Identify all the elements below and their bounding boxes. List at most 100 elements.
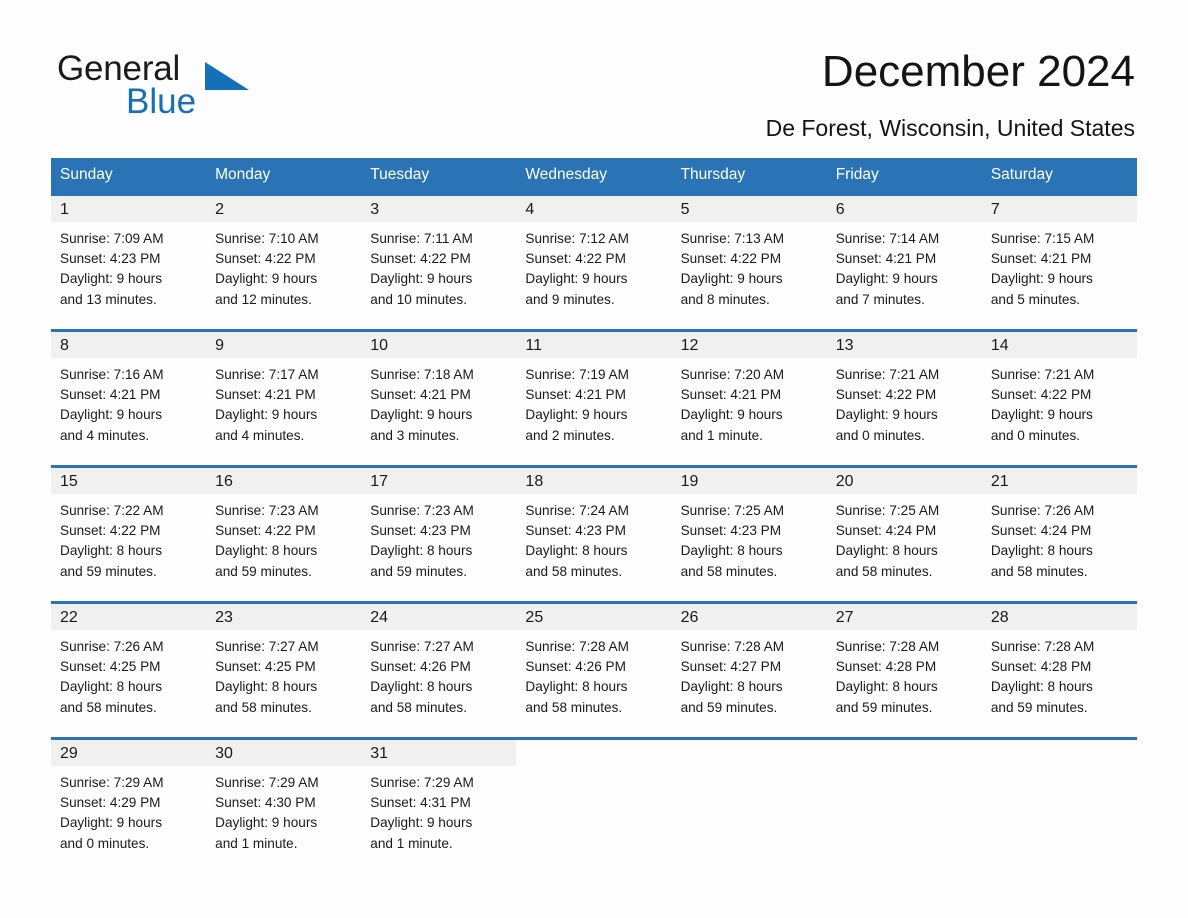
calendar-day-cell[interactable]: 29 Sunrise: 7:29 AM Sunset: 4:29 PM Dayligh… [51,737,207,859]
calendar-day-cell[interactable]: 11 Sunrise: 7:19 AM Sunset: 4:21 PM Dayligh… [516,329,672,451]
daylight-text-line2: and 8 minutes. [680,291,770,307]
day-cell-content: 14 Sunrise: 7:21 AM Sunset: 4:22 PM Dayligh… [981,332,1137,451]
sunset-text: Sunset: 4:21 PM [60,387,161,403]
day-cell-content: 29 Sunrise: 7:29 AM Sunset: 4:29 PM Dayligh… [51,740,207,859]
week-spacer-cell [51,315,1137,331]
calendar-day-cell[interactable]: 22 Sunrise: 7:26 AM Sunset: 4:25 PM Dayligh… [51,601,207,723]
calendar-day-cell[interactable]: 25 Sunrise: 7:28 AM Sunset: 4:26 PM Dayligh… [516,601,672,723]
day-cell-content: 22 Sunrise: 7:26 AM Sunset: 4:25 PM Dayligh… [51,604,207,723]
sunrise-text: Sunrise: 7:28 AM [835,639,940,654]
sunrise-text: Sunrise: 7:21 AM [990,367,1095,382]
day-number: 3 [361,196,517,222]
calendar-day-cell[interactable]: 26 Sunrise: 7:28 AM Sunset: 4:27 PM Dayligh… [671,601,827,723]
calendar-day-cell[interactable]: 3 Sunrise: 7:11 AM Sunset: 4:22 PM Daylight… [361,193,517,315]
calendar-day-cell[interactable]: 17 Sunrise: 7:23 AM Sunset: 4:23 PM Dayligh… [361,465,517,587]
calendar-week-row: 29 Sunrise: 7:29 AM Sunset: 4:29 PM Dayligh… [51,737,1137,859]
sunrise-text: Sunrise: 7:26 AM [990,503,1095,518]
calendar-day-cell[interactable]: 24 Sunrise: 7:27 AM Sunset: 4:26 PM Dayligh… [361,601,517,723]
daylight-text-line1: Daylight: 8 hours [835,679,938,695]
day-number: 26 [671,604,827,630]
calendar-day-cell[interactable]: 20 Sunrise: 7:25 AM Sunset: 4:24 PM Dayligh… [826,465,982,587]
sunrise-text: Sunrise: 7:17 AM [215,367,319,382]
calendar-day-cell[interactable]: 19 Sunrise: 7:25 AM Sunset: 4:23 PM Dayligh… [671,465,827,587]
day-cell-content: 4 Sunrise: 7:12 AM Sunset: 4:22 PM Daylight… [516,196,672,315]
calendar-day-cell[interactable]: 13 Sunrise: 7:21 AM Sunset: 4:22 PM Dayligh… [826,329,982,451]
day-details: Sunrise: 7:11 AM Sunset: 4:22 PM Daylight:… [361,222,516,310]
daylight-text-line1: Daylight: 9 hours [525,407,628,423]
daylight-text-line2: and 58 minutes. [525,699,623,715]
calendar-day-cell[interactable] [826,737,982,859]
calendar-day-cell[interactable]: 28 Sunrise: 7:28 AM Sunset: 4:28 PM Dayligh… [981,601,1137,723]
sunset-text: Sunset: 4:22 PM [215,523,316,539]
daylight-text-line1: Daylight: 9 hours [835,271,938,287]
day-number: 8 [51,332,207,358]
sunset-text: Sunset: 4:22 PM [990,387,1092,403]
calendar-day-cell[interactable]: 1 Sunrise: 7:09 AM Sunset: 4:23 PM Daylight… [51,193,207,315]
day-cell-content: 27 Sunrise: 7:28 AM Sunset: 4:28 PM Dayligh… [826,604,982,723]
calendar-day-cell[interactable] [516,737,672,859]
sunset-text: Sunset: 4:26 PM [525,659,626,675]
day-number [827,740,982,766]
generalblue-logo[interactable]: General Blue [57,50,357,130]
daylight-text-line1: Daylight: 8 hours [525,543,628,559]
calendar-day-cell[interactable]: 16 Sunrise: 7:23 AM Sunset: 4:22 PM Dayligh… [206,465,362,587]
day-cell-content: 28 Sunrise: 7:28 AM Sunset: 4:28 PM Dayligh… [981,604,1137,723]
calendar-day-cell[interactable]: 15 Sunrise: 7:22 AM Sunset: 4:22 PM Dayligh… [51,465,207,587]
day-number: 31 [361,740,517,766]
day-cell-content: 25 Sunrise: 7:28 AM Sunset: 4:26 PM Dayligh… [516,604,672,723]
sunset-text: Sunset: 4:21 PM [370,387,471,403]
calendar-day-cell[interactable] [671,737,827,859]
calendar-day-cell[interactable]: 12 Sunrise: 7:20 AM Sunset: 4:21 PM Dayligh… [671,329,827,451]
sunset-text: Sunset: 4:28 PM [990,659,1092,675]
daylight-text-line1: Daylight: 9 hours [680,407,783,423]
weekday-header-tuesday: Tuesday [361,158,517,195]
daylight-text-line1: Daylight: 9 hours [370,271,473,287]
day-number: 20 [826,468,982,494]
day-cell-content: 18 Sunrise: 7:24 AM Sunset: 4:23 PM Dayligh… [516,468,672,587]
weekday-header-wednesday: Wednesday [516,158,672,195]
page-header: General Blue December 2024 De Forest, Wi… [0,0,1188,150]
day-number: 7 [981,196,1137,222]
day-details: Sunrise: 7:28 AM Sunset: 4:28 PM Daylight:… [827,630,982,718]
calendar-day-cell[interactable]: 10 Sunrise: 7:18 AM Sunset: 4:21 PM Dayligh… [361,329,517,451]
calendar-day-cell[interactable]: 6 Sunrise: 7:14 AM Sunset: 4:21 PM Daylight… [826,193,982,315]
week-spacer [51,315,1137,331]
calendar-day-cell[interactable]: 18 Sunrise: 7:24 AM Sunset: 4:23 PM Dayligh… [516,465,672,587]
sunset-text: Sunset: 4:27 PM [680,659,782,675]
sunrise-text: Sunrise: 7:14 AM [835,231,940,246]
sunset-text: Sunset: 4:28 PM [835,659,937,675]
day-number: 30 [206,740,362,766]
calendar-day-cell[interactable]: 9 Sunrise: 7:17 AM Sunset: 4:21 PM Daylight… [206,329,362,451]
daylight-text-line2: and 59 minutes. [370,563,468,579]
day-number: 1 [51,196,207,222]
daylight-text-line2: and 59 minutes. [60,563,157,579]
calendar-day-cell[interactable]: 23 Sunrise: 7:27 AM Sunset: 4:25 PM Dayligh… [206,601,362,723]
calendar-day-cell[interactable]: 31 Sunrise: 7:29 AM Sunset: 4:31 PM Dayligh… [361,737,517,859]
calendar-day-cell[interactable]: 27 Sunrise: 7:28 AM Sunset: 4:28 PM Dayligh… [826,601,982,723]
daylight-text-line2: and 5 minutes. [990,291,1081,307]
week-spacer [51,451,1137,467]
day-details: Sunrise: 7:29 AM Sunset: 4:30 PM Daylight:… [206,766,361,854]
calendar-day-cell[interactable]: 14 Sunrise: 7:21 AM Sunset: 4:22 PM Dayligh… [981,329,1137,451]
sunset-text: Sunset: 4:21 PM [215,387,316,403]
calendar-day-cell[interactable]: 7 Sunrise: 7:15 AM Sunset: 4:21 PM Daylight… [981,193,1137,315]
day-number: 11 [516,332,672,358]
daylight-text-line2: and 9 minutes. [525,291,615,307]
day-number: 23 [206,604,362,630]
calendar-day-cell[interactable]: 8 Sunrise: 7:16 AM Sunset: 4:21 PM Daylight… [51,329,207,451]
sunrise-text: Sunrise: 7:27 AM [370,639,474,654]
calendar-day-cell[interactable]: 2 Sunrise: 7:10 AM Sunset: 4:22 PM Daylight… [206,193,362,315]
calendar-day-cell[interactable]: 30 Sunrise: 7:29 AM Sunset: 4:30 PM Dayligh… [206,737,362,859]
calendar-day-cell[interactable]: 4 Sunrise: 7:12 AM Sunset: 4:22 PM Daylight… [516,193,672,315]
calendar-day-cell[interactable]: 21 Sunrise: 7:26 AM Sunset: 4:24 PM Dayligh… [981,465,1137,587]
calendar-day-cell[interactable] [981,737,1137,859]
page-subtitle-location: De Forest, Wisconsin, United States [765,115,1135,141]
sunrise-text: Sunrise: 7:28 AM [525,639,629,654]
sunrise-text: Sunrise: 7:29 AM [60,775,164,790]
daylight-text-line1: Daylight: 8 hours [215,679,318,695]
calendar-day-cell[interactable]: 5 Sunrise: 7:13 AM Sunset: 4:22 PM Daylight… [671,193,827,315]
daylight-text-line1: Daylight: 8 hours [680,679,783,695]
day-details: Sunrise: 7:28 AM Sunset: 4:26 PM Daylight:… [516,630,671,718]
day-number: 27 [826,604,982,630]
calendar-body: 1 Sunrise: 7:09 AM Sunset: 4:23 PM Daylight… [51,193,1137,859]
